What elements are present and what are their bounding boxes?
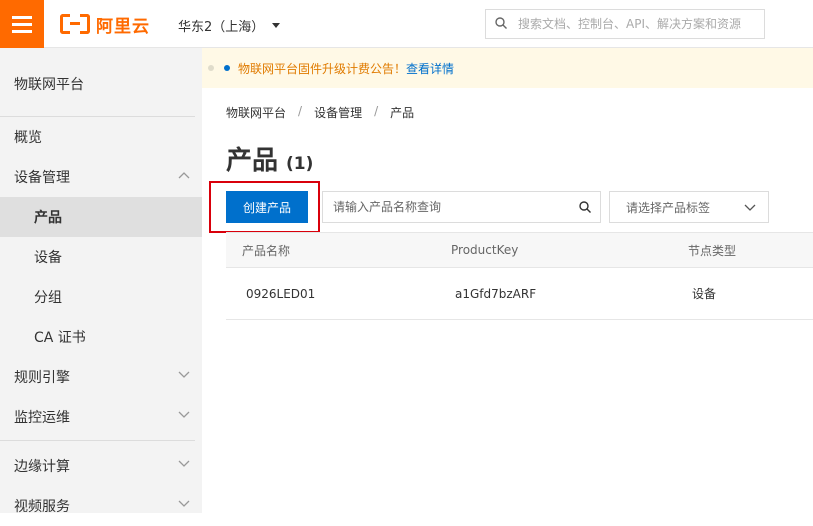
logo-text: 阿里云 bbox=[96, 16, 150, 37]
product-key-cell: a1Gfd7bzARF bbox=[455, 286, 537, 301]
announcement-bar: 物联网平台固件升级计费公告！查看详情 bbox=[202, 48, 813, 88]
breadcrumb-item-device-management[interactable]: 设备管理 bbox=[314, 104, 362, 121]
breadcrumb-separator: / bbox=[374, 104, 379, 118]
announcement-text: 物联网平台固件升级计费公告！查看详情 bbox=[238, 60, 454, 77]
column-header-product-key: ProductKey bbox=[451, 243, 519, 257]
view-details-link[interactable]: 查看详情 bbox=[406, 62, 454, 76]
breadcrumb-separator: / bbox=[298, 104, 303, 118]
node-type-cell: 设备 bbox=[692, 287, 717, 301]
column-header-node-type: 节点类型 bbox=[688, 243, 737, 258]
region-label: 华东2（上海） bbox=[178, 20, 265, 35]
sidebar-item-edge-computing[interactable]: 边缘计算 bbox=[0, 446, 202, 486]
aliyun-logo-icon bbox=[60, 14, 90, 34]
global-search-input[interactable] bbox=[518, 10, 758, 38]
product-tag-placeholder: 请选择产品标签 bbox=[626, 200, 711, 215]
sidebar-item-label: 产品 bbox=[34, 210, 62, 226]
caret-down-icon bbox=[272, 23, 281, 28]
chevron-down-icon bbox=[178, 411, 190, 418]
bullet-icon bbox=[224, 65, 230, 71]
product-count: (1) bbox=[286, 154, 314, 174]
chevron-down-icon bbox=[178, 460, 190, 467]
sidebar-item-device-management[interactable]: 设备管理 bbox=[0, 157, 202, 197]
announcement-message: 物联网平台固件升级计费公告！ bbox=[238, 61, 407, 76]
chevron-down-icon bbox=[178, 500, 190, 507]
sidebar: 物联网平台 概览 设备管理 产品 设备 分组 CA 证书 规则引擎 监控运维 边… bbox=[0, 48, 202, 515]
region-selector[interactable]: 华东2（上海） bbox=[178, 16, 281, 35]
page-title: 产品 (1) bbox=[226, 140, 313, 177]
global-search[interactable] bbox=[485, 9, 765, 39]
table-row[interactable]: 0926LED01 a1Gfd7bzARF 设备 bbox=[226, 268, 813, 320]
sidebar-item-rule-engine[interactable]: 规则引擎 bbox=[0, 357, 202, 397]
aliyun-logo[interactable]: 阿里云 bbox=[60, 12, 150, 37]
sidebar-title: 物联网平台 bbox=[14, 77, 84, 93]
sidebar-item-ca-cert[interactable]: CA 证书 bbox=[0, 317, 202, 357]
breadcrumb-item-product: 产品 bbox=[390, 106, 415, 120]
table-header: 产品名称 ProductKey 节点类型 bbox=[226, 232, 813, 268]
product-name-cell[interactable]: 0926LED01 bbox=[246, 268, 315, 319]
chevron-down-icon bbox=[178, 371, 190, 378]
search-icon[interactable] bbox=[579, 201, 591, 213]
sidebar-item-label: 规则引擎 bbox=[14, 370, 70, 386]
breadcrumb: 物联网平台 / 设备管理 / 产品 bbox=[226, 104, 414, 121]
sidebar-item-overview[interactable]: 概览 bbox=[0, 117, 202, 157]
sidebar-item-label: 设备管理 bbox=[14, 170, 70, 186]
sidebar-item-device[interactable]: 设备 bbox=[0, 237, 202, 277]
chevron-up-icon bbox=[178, 172, 190, 179]
sidebar-item-label: 边缘计算 bbox=[14, 459, 70, 475]
page-title-text: 产品 bbox=[226, 146, 279, 176]
product-name-search[interactable] bbox=[322, 191, 601, 223]
sidebar-item-label: 设备 bbox=[34, 250, 62, 266]
sidebar-item-video-service[interactable]: 视频服务 bbox=[0, 486, 202, 526]
menu-toggle-button[interactable] bbox=[0, 0, 44, 48]
chevron-down-icon bbox=[744, 204, 756, 211]
sidebar-item-label: 监控运维 bbox=[14, 410, 70, 426]
column-header-product-name: 产品名称 bbox=[242, 243, 291, 258]
sidebar-item-label: 视频服务 bbox=[14, 499, 70, 515]
breadcrumb-item-iot-platform[interactable]: 物联网平台 bbox=[226, 104, 286, 121]
search-icon bbox=[495, 17, 507, 29]
sidebar-item-label: CA 证书 bbox=[34, 330, 86, 346]
sidebar-divider bbox=[0, 440, 195, 441]
sidebar-item-label: 概览 bbox=[14, 130, 42, 146]
sidebar-item-label: 分组 bbox=[34, 290, 62, 306]
product-tag-select[interactable]: 请选择产品标签 bbox=[609, 191, 769, 223]
sidebar-item-monitoring[interactable]: 监控运维 bbox=[0, 397, 202, 437]
sidebar-item-group[interactable]: 分组 bbox=[0, 277, 202, 317]
carousel-dot-icon[interactable] bbox=[208, 65, 214, 71]
top-bar: 阿里云 华东2（上海） bbox=[0, 0, 813, 48]
create-product-button[interactable]: 创建产品 bbox=[226, 191, 308, 223]
sidebar-item-product[interactable]: 产品 bbox=[0, 197, 202, 237]
product-name-input[interactable] bbox=[333, 192, 573, 222]
